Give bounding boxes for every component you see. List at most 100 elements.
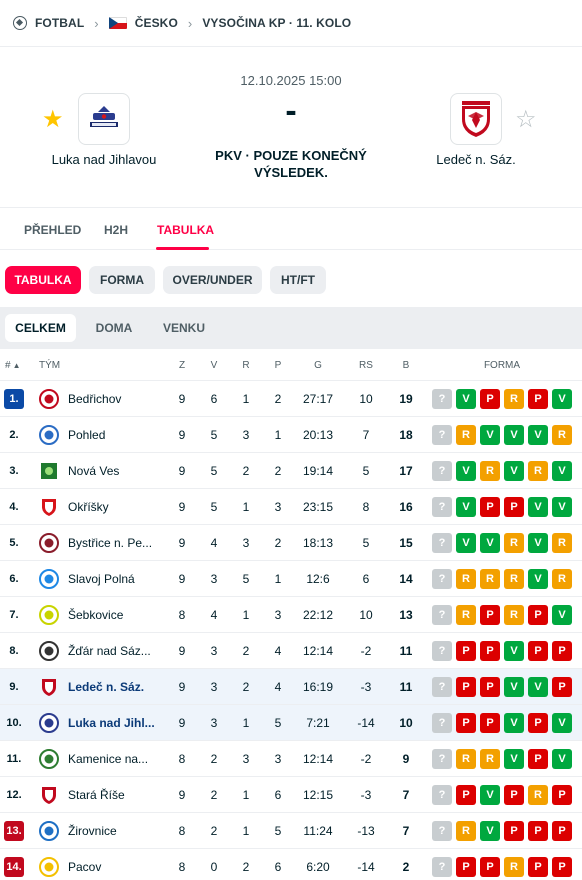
team-name[interactable]: Žirovnice (68, 824, 160, 838)
form-badge[interactable]: P (504, 497, 524, 517)
table-row[interactable]: 2. Pohled 9 5 3 1 20:13 7 18? R V V V R (0, 416, 582, 452)
team-logo-icon[interactable] (39, 533, 59, 553)
subtab-venku[interactable]: VENKU (152, 314, 216, 342)
subtab-celkem[interactable]: CELKEM (5, 314, 76, 342)
form-badge[interactable]: P (552, 785, 572, 805)
form-badge[interactable]: V (480, 821, 500, 841)
form-badge[interactable]: V (552, 605, 572, 625)
breadcrumb-sport[interactable]: FOTBAL (35, 16, 84, 30)
team-logo-icon[interactable] (39, 641, 59, 661)
pill-forma[interactable]: FORMA (89, 266, 155, 294)
form-badge[interactable]: ? (432, 461, 452, 481)
table-row[interactable]: 3. Nová Ves 9 5 2 2 19:14 5 17? V R V R V (0, 452, 582, 488)
table-row[interactable]: 14. Pacov 8 0 2 6 6:20 -14 2? P P R P P (0, 848, 582, 880)
team-logo-icon[interactable] (39, 497, 59, 517)
home-team-name[interactable]: Luka nad Jihlavou (40, 152, 168, 167)
tab-prehled[interactable]: PŘEHLED (24, 223, 81, 237)
form-badge[interactable]: P (456, 677, 476, 697)
form-badge[interactable]: V (528, 425, 548, 445)
form-badge[interactable]: ? (432, 425, 452, 445)
pill-tabulka[interactable]: TABULKA (5, 266, 81, 294)
form-badge[interactable]: P (480, 497, 500, 517)
form-badge[interactable]: R (456, 749, 476, 769)
form-badge[interactable]: ? (432, 641, 452, 661)
form-badge[interactable]: R (552, 569, 572, 589)
form-badge[interactable]: V (528, 533, 548, 553)
home-team-logo[interactable] (78, 93, 130, 145)
form-badge[interactable]: V (552, 497, 572, 517)
form-badge[interactable]: ? (432, 533, 452, 553)
away-team-name[interactable]: Ledeč n. Sáz. (420, 152, 532, 167)
form-badge[interactable]: R (528, 461, 548, 481)
form-badge[interactable]: P (552, 857, 572, 877)
table-row[interactable]: 9. Ledeč n. Sáz. 9 3 2 4 16:19 -3 11? P P V V P (0, 668, 582, 704)
form-badge[interactable]: R (480, 569, 500, 589)
favorite-star-empty-icon[interactable]: ☆ (515, 108, 537, 132)
form-badge[interactable]: R (504, 857, 524, 877)
form-badge[interactable]: V (480, 533, 500, 553)
team-name[interactable]: Kamenice na... (68, 752, 160, 766)
form-badge[interactable]: V (504, 677, 524, 697)
team-name[interactable]: Bystřice n. Pe... (68, 536, 160, 550)
form-badge[interactable]: ? (432, 857, 452, 877)
team-name[interactable]: Pacov (68, 860, 160, 874)
form-badge[interactable]: R (504, 605, 524, 625)
table-row[interactable]: 4. Okříšky 9 5 1 3 23:15 8 16? V P P V V (0, 488, 582, 524)
table-row[interactable]: 5. Bystřice n. Pe... 9 4 3 2 18:13 5 15? V V R V R (0, 524, 582, 560)
tab-tabulka[interactable]: TABULKA (157, 223, 214, 237)
form-badge[interactable]: V (552, 713, 572, 733)
form-badge[interactable]: P (552, 677, 572, 697)
form-badge[interactable]: V (504, 749, 524, 769)
form-badge[interactable]: V (456, 389, 476, 409)
table-row[interactable]: 8. Žďár nad Sáz... 9 3 2 4 12:14 -2 11? P P V P P (0, 632, 582, 668)
form-badge[interactable]: V (504, 641, 524, 661)
form-badge[interactable]: ? (432, 497, 452, 517)
form-badge[interactable]: P (480, 857, 500, 877)
form-badge[interactable]: V (528, 677, 548, 697)
form-badge[interactable]: V (504, 425, 524, 445)
header-v[interactable]: V (202, 360, 226, 371)
team-logo-icon[interactable] (39, 713, 59, 733)
form-badge[interactable]: V (552, 461, 572, 481)
header-z[interactable]: Z (170, 360, 194, 371)
team-logo-icon[interactable] (39, 857, 59, 877)
form-badge[interactable]: V (552, 749, 572, 769)
form-badge[interactable]: P (480, 713, 500, 733)
form-badge[interactable]: V (456, 461, 476, 481)
team-name[interactable]: Žďár nad Sáz... (68, 644, 160, 658)
header-p[interactable]: P (266, 360, 290, 371)
form-badge[interactable]: P (504, 821, 524, 841)
team-logo-icon[interactable] (39, 425, 59, 445)
header-team[interactable]: TÝM (39, 360, 60, 371)
team-logo-icon[interactable] (39, 749, 59, 769)
form-badge[interactable]: P (528, 857, 548, 877)
table-row[interactable]: 10. Luka nad Jihl... 9 3 1 5 7:21 -14 10? P P V P V (0, 704, 582, 740)
header-r[interactable]: R (234, 360, 258, 371)
form-badge[interactable]: R (504, 569, 524, 589)
form-badge[interactable]: P (504, 785, 524, 805)
form-badge[interactable]: P (528, 641, 548, 661)
form-badge[interactable]: ? (432, 713, 452, 733)
subtab-doma[interactable]: DOMA (84, 314, 144, 342)
team-logo-icon[interactable] (39, 605, 59, 625)
form-badge[interactable]: P (480, 605, 500, 625)
form-badge[interactable]: P (480, 641, 500, 661)
form-badge[interactable]: P (528, 605, 548, 625)
form-badge[interactable]: P (552, 821, 572, 841)
form-badge[interactable]: P (528, 749, 548, 769)
table-row[interactable]: 7. Šebkovice 8 4 1 3 22:12 10 13? R P R P V (0, 596, 582, 632)
form-badge[interactable]: R (480, 461, 500, 481)
team-logo-icon[interactable] (39, 389, 59, 409)
form-badge[interactable]: ? (432, 677, 452, 697)
form-badge[interactable]: R (504, 533, 524, 553)
team-logo-icon[interactable] (39, 569, 59, 589)
form-badge[interactable]: R (456, 569, 476, 589)
form-badge[interactable]: P (528, 389, 548, 409)
form-badge[interactable]: P (456, 857, 476, 877)
form-badge[interactable]: ? (432, 749, 452, 769)
team-logo-icon[interactable] (39, 785, 59, 805)
form-badge[interactable]: V (504, 461, 524, 481)
breadcrumb-country[interactable]: ČESKO (135, 16, 178, 30)
form-badge[interactable]: ? (432, 569, 452, 589)
favorite-star-filled-icon[interactable]: ★ (42, 108, 64, 132)
